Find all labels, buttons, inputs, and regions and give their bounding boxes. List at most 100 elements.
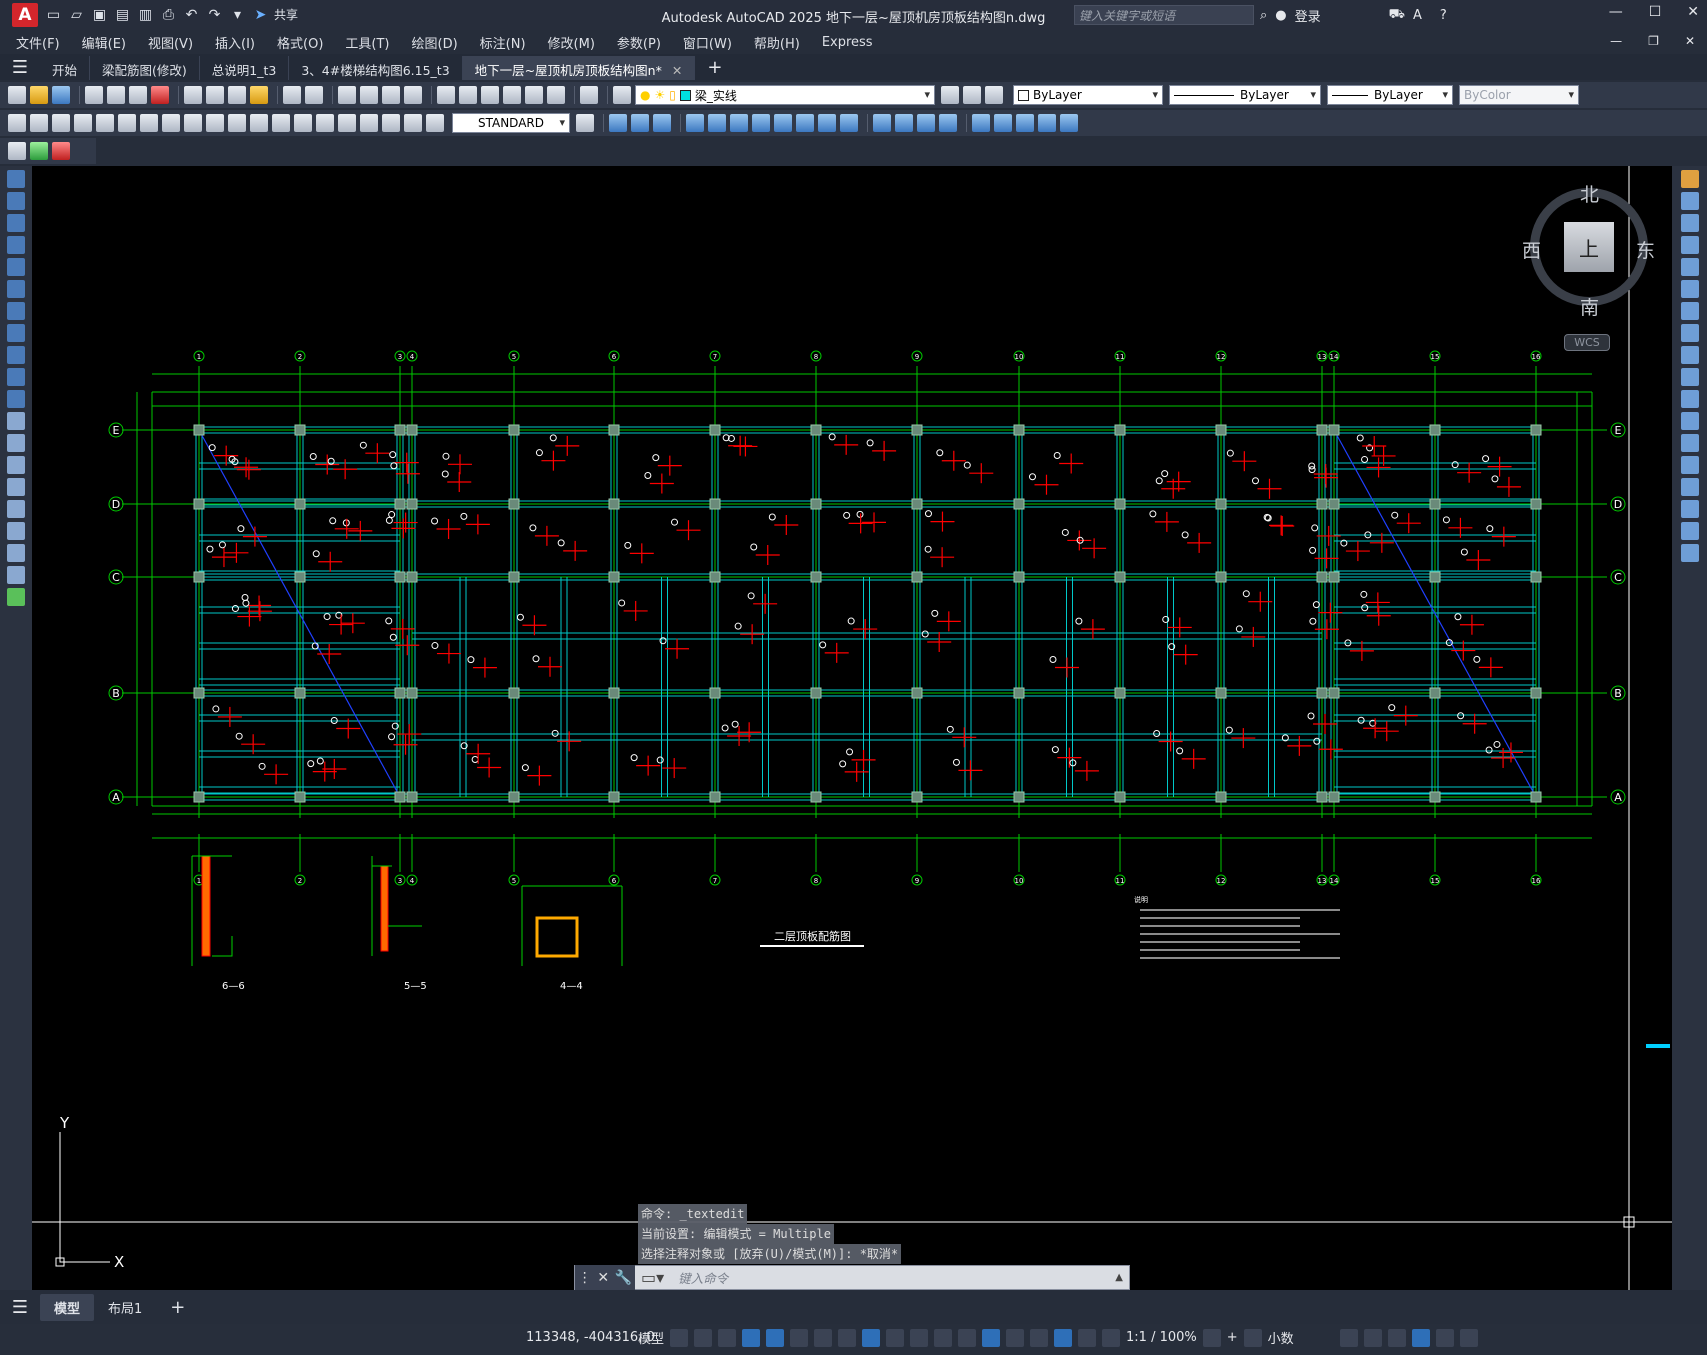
infer-icon[interactable] — [718, 1328, 737, 1347]
dim-space-icon[interactable] — [250, 114, 268, 132]
add-layout-icon[interactable]: + — [156, 1293, 199, 1322]
dim-aligned-icon[interactable] — [30, 114, 48, 132]
search-input[interactable]: 键入关键字或短语 — [1074, 5, 1254, 25]
revcloud-icon[interactable] — [7, 324, 25, 342]
stretch-v-icon[interactable] — [1680, 346, 1699, 364]
erase-icon[interactable] — [609, 114, 627, 132]
autodesk-icon[interactable]: A — [1413, 8, 1422, 23]
dim-update-icon[interactable] — [426, 114, 444, 132]
polar-icon[interactable] — [790, 1328, 809, 1347]
menu-help[interactable]: 帮助(H) — [754, 33, 800, 52]
xline-icon[interactable] — [7, 192, 25, 210]
layer-dropdown[interactable]: ● ☀ ▯ 梁_实线 — [635, 85, 935, 105]
hardware-accel-icon[interactable] — [1411, 1328, 1430, 1347]
quick-properties-icon[interactable] — [1339, 1328, 1358, 1347]
polyline-icon[interactable] — [7, 214, 25, 232]
zoom-window-icon[interactable] — [382, 86, 400, 104]
tab-current-drawing[interactable]: 地下一层~屋顶机房顶板结构图n* ✕ — [462, 56, 696, 80]
dim-continue-icon[interactable] — [228, 114, 246, 132]
model-space-label[interactable]: 模型 — [638, 1328, 664, 1347]
fillet-icon[interactable] — [939, 114, 957, 132]
coordinates-readout[interactable]: 113348, -404316, 0 — [526, 1330, 655, 1345]
break-v-icon[interactable] — [1680, 412, 1699, 430]
blend-icon[interactable] — [994, 114, 1012, 132]
pan-icon[interactable] — [338, 86, 356, 104]
fillet-v-icon[interactable] — [1680, 500, 1699, 518]
close-icon[interactable]: ✕ — [1687, 4, 1699, 20]
selection-filter-icon[interactable] — [1006, 1328, 1025, 1347]
undo-icon[interactable]: ↶ — [182, 6, 201, 25]
object-track-icon[interactable] — [838, 1328, 857, 1347]
dim-break-icon[interactable] — [272, 114, 290, 132]
text-edit-icon[interactable] — [8, 142, 26, 160]
gizmo-icon[interactable] — [1030, 1328, 1049, 1347]
point-icon[interactable] — [7, 456, 25, 474]
share-icon[interactable]: ➤ — [251, 6, 270, 25]
ellipse-icon[interactable] — [7, 368, 25, 386]
text-style-dropdown[interactable]: STANDARD — [452, 113, 570, 133]
tool-palette-icon[interactable] — [481, 86, 499, 104]
attribute-icon[interactable] — [30, 142, 48, 160]
menu-modify[interactable]: 修改(M) — [548, 33, 595, 52]
match-prop-icon[interactable] — [250, 86, 268, 104]
print-icon[interactable]: ⎙ — [159, 6, 178, 25]
snap-icon[interactable] — [694, 1328, 713, 1347]
viewcube-north[interactable]: 北 — [1580, 180, 1599, 207]
inspection-icon[interactable] — [338, 114, 356, 132]
trim-icon[interactable] — [818, 114, 836, 132]
dim-jogged-icon[interactable] — [118, 114, 136, 132]
tab-layout1[interactable]: 布局1 — [94, 1294, 156, 1321]
trim-v-icon[interactable] — [1680, 368, 1699, 386]
preview-icon[interactable] — [107, 86, 125, 104]
mtext-icon[interactable] — [7, 566, 25, 584]
join-v-icon[interactable] — [1680, 456, 1699, 474]
menu-draw[interactable]: 绘图(D) — [412, 33, 458, 52]
move-v-icon[interactable] — [1680, 280, 1699, 298]
menu-tools[interactable]: 工具(T) — [345, 33, 389, 52]
isodraft-icon[interactable] — [814, 1328, 833, 1347]
extend-v-icon[interactable] — [1680, 390, 1699, 408]
center-mark-icon[interactable] — [316, 114, 334, 132]
tab-stair-structure[interactable]: 3、4#楼梯结构图6.15_t3 — [289, 56, 463, 80]
minimize-icon[interactable]: — — [1609, 4, 1623, 20]
user-icon[interactable]: ● — [1275, 8, 1286, 23]
rotate-icon[interactable] — [752, 114, 770, 132]
color-dropdown[interactable]: ByLayer — [1013, 85, 1163, 105]
menu-view[interactable]: 视图(V) — [148, 33, 193, 52]
layer-manager-icon[interactable] — [613, 86, 631, 104]
viewcube-east[interactable]: 东 — [1636, 236, 1655, 263]
pedit-icon[interactable] — [1060, 114, 1078, 132]
design-center-icon[interactable] — [459, 86, 477, 104]
chamfer-v-icon[interactable] — [1680, 478, 1699, 496]
auto-scale-icon[interactable] — [1078, 1328, 1097, 1347]
annotation-visibility-icon[interactable] — [1054, 1328, 1073, 1347]
isolate-objects-icon[interactable] — [1387, 1328, 1406, 1347]
save-icon[interactable]: ▣ — [90, 6, 109, 25]
saveas-icon[interactable]: ▤ — [113, 6, 132, 25]
tab-start[interactable]: 开始 — [40, 56, 91, 80]
lineweight-dropdown[interactable]: ByLayer — [1327, 85, 1453, 105]
dim-diameter-icon[interactable] — [140, 114, 158, 132]
dim-radius-icon[interactable] — [96, 114, 114, 132]
add-icon[interactable]: + — [1227, 1330, 1238, 1345]
dim-edit-icon[interactable] — [382, 114, 400, 132]
customize-icon[interactable]: ▾ — [228, 6, 247, 25]
array-v-icon[interactable] — [1680, 258, 1699, 276]
spline-icon[interactable] — [7, 346, 25, 364]
annotation-scale-icon[interactable] — [1102, 1328, 1121, 1347]
arc-icon[interactable] — [7, 280, 25, 298]
workspace-icon[interactable] — [1202, 1328, 1221, 1347]
copy-icon[interactable] — [206, 86, 224, 104]
doc-restore-icon[interactable]: ❐ — [1648, 34, 1659, 48]
layer-previous-icon[interactable] — [963, 86, 981, 104]
rectangle-icon[interactable] — [7, 258, 25, 276]
new-tab-icon[interactable]: + — [695, 55, 734, 80]
ellipse-arc-icon[interactable] — [7, 390, 25, 408]
clean-screen-icon[interactable] — [1435, 1328, 1454, 1347]
scale-v-icon[interactable] — [1680, 324, 1699, 342]
table-icon[interactable] — [7, 544, 25, 562]
make-current-icon[interactable] — [941, 86, 959, 104]
plot-icon[interactable] — [85, 86, 103, 104]
3d-osnap-icon[interactable] — [958, 1328, 977, 1347]
erase-v-icon[interactable] — [1680, 170, 1699, 188]
